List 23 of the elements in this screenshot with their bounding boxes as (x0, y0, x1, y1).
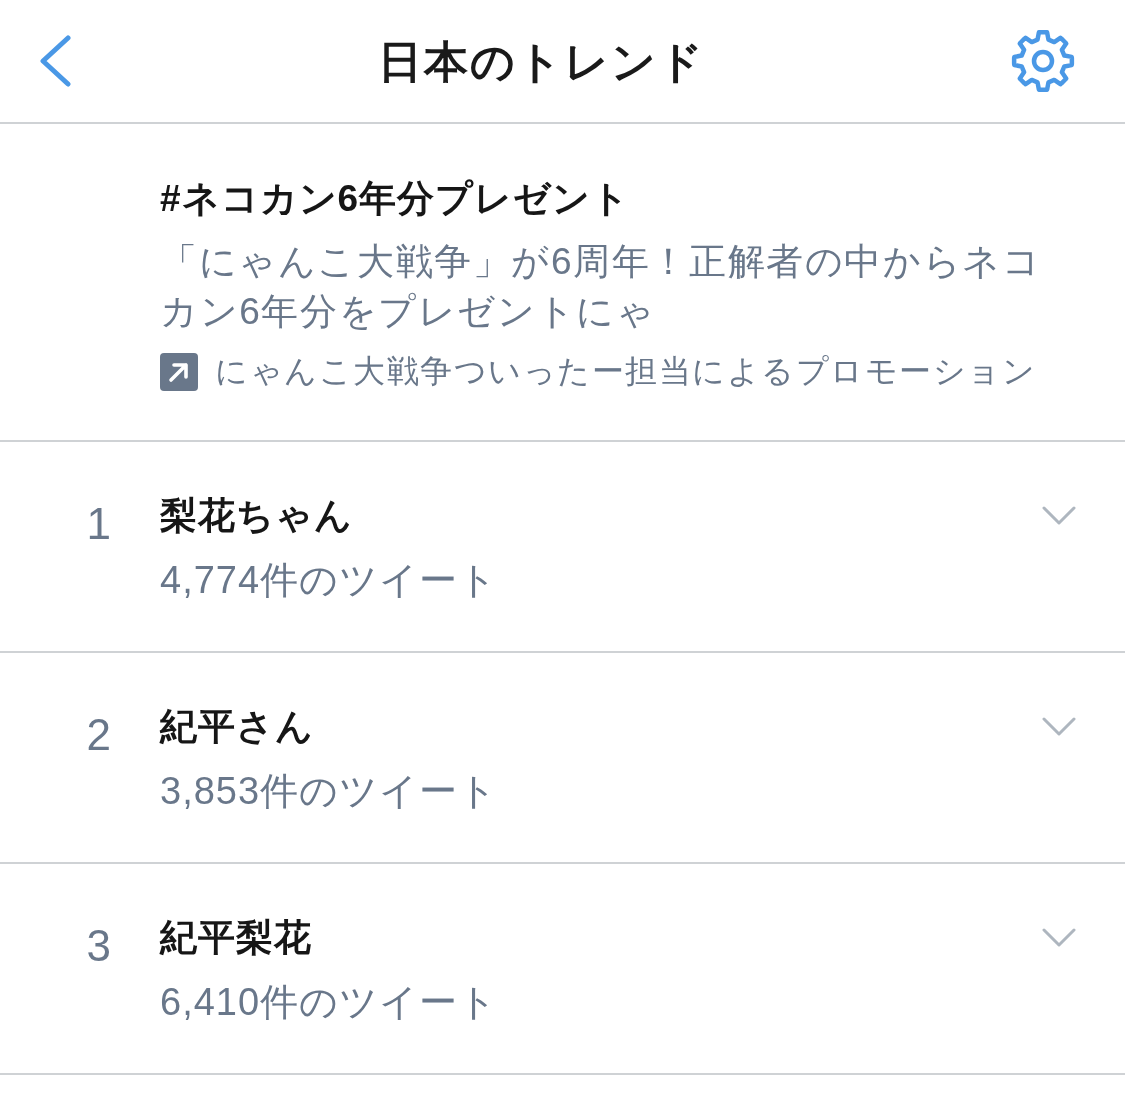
promoted-trend-title[interactable]: #ネコカン6年分プレゼント (160, 175, 1065, 223)
trend-name: 紀平さん (160, 705, 315, 749)
tweet-count: 4,774件のツイート (160, 558, 500, 603)
trend-rank: 1 (85, 498, 111, 548)
trend-rank: 2 (85, 709, 111, 759)
tweet-count: 6,410件のツイート (160, 980, 500, 1025)
settings-button[interactable] (1011, 29, 1075, 93)
chevron-down-icon[interactable] (1042, 506, 1076, 526)
trend-row[interactable]: 2 紀平さん 3,853件のツイート (0, 653, 1125, 864)
trend-rank: 3 (85, 920, 111, 970)
tweet-count: 3,853件のツイート (160, 769, 500, 814)
promoted-by-text: にゃんこ大戦争ついったー担当によるプロモーション (215, 352, 1036, 391)
promoted-trend-description: 「にゃんこ大戦争」が6周年！正解者の中からネコカン6年分をプレゼントにゃ (160, 240, 1043, 334)
chevron-down-icon[interactable] (1042, 717, 1076, 737)
trend-row[interactable]: 3 紀平梨花 6,410件のツイート (0, 864, 1125, 1075)
page-title: 日本のトレンド (378, 38, 705, 84)
back-chevron-icon (38, 35, 72, 87)
trend-row[interactable]: 1 梨花ちゃん 4,774件のツイート (0, 442, 1125, 653)
chevron-down-icon[interactable] (1042, 928, 1076, 948)
trend-name: 紀平梨花 (160, 916, 313, 960)
back-button[interactable] (38, 35, 72, 87)
trend-name: 梨花ちゃん (160, 494, 354, 538)
settings-gear-icon (1011, 29, 1075, 93)
